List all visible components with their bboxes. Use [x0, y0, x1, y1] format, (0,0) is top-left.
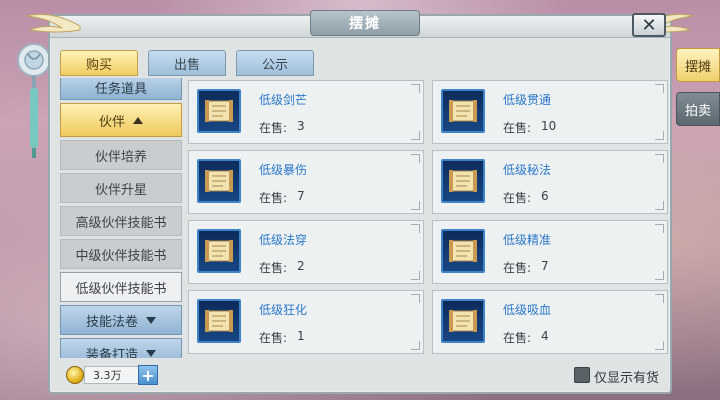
stock-count: 1 — [297, 329, 305, 343]
item-card[interactable]: 低级狂化 在售: 1 — [188, 290, 424, 354]
category-label: 任务道具 — [94, 81, 147, 97]
subcategory-mid-skill-book[interactable]: 中级伙伴技能书 — [60, 239, 182, 269]
expand-arrow-icon — [146, 349, 156, 357]
stock-label: 在售: — [259, 261, 288, 275]
subcategory-label: 高级伙伴技能书 — [75, 215, 167, 231]
stock-count: 7 — [541, 259, 549, 273]
stock-label: 在售: — [503, 121, 532, 135]
close-button[interactable]: ✕ — [632, 13, 666, 37]
item-name: 低级秘法 — [503, 163, 552, 177]
category-partner[interactable]: 伙伴 — [60, 103, 182, 137]
stock-count: 3 — [297, 119, 305, 133]
item-card[interactable]: 低级暴伤 在售: 7 — [188, 150, 424, 214]
item-card[interactable]: 低级法穿 在售: 2 — [188, 220, 424, 284]
item-card[interactable]: 低级吸血 在售: 4 — [432, 290, 668, 354]
stock-label: 在售: — [259, 331, 288, 345]
stock-count: 10 — [541, 119, 557, 133]
scroll-icon — [441, 229, 485, 273]
subcategory-partner-training[interactable]: 伙伴培养 — [60, 140, 182, 170]
subcategory-low-skill-book[interactable]: 低级伙伴技能书 — [60, 272, 182, 302]
stock-label: 在售: — [259, 121, 288, 135]
item-name: 低级贯通 — [503, 93, 552, 107]
scroll-icon — [441, 159, 485, 203]
category-label: 装备打造 — [85, 347, 138, 359]
item-name: 低级精准 — [503, 233, 552, 247]
subcategory-label: 低级伙伴技能书 — [75, 281, 167, 297]
category-label: 技能法卷 — [85, 314, 138, 330]
only-in-stock-checkbox[interactable] — [574, 367, 590, 383]
item-name: 低级吸血 — [503, 303, 552, 317]
item-name: 低级剑芒 — [259, 93, 308, 107]
add-money-button[interactable]: + — [138, 365, 158, 385]
scroll-icon — [441, 89, 485, 133]
category-label: 伙伴 — [98, 114, 125, 130]
collapse-arrow-icon — [133, 116, 143, 124]
category-skill-scrolls[interactable]: 技能法卷 — [60, 305, 182, 335]
window-title: 摆摊 — [310, 10, 420, 36]
stock-label: 在售: — [503, 191, 532, 205]
scroll-icon — [197, 229, 241, 273]
subcategory-partner-star[interactable]: 伙伴升星 — [60, 173, 182, 203]
only-in-stock-label: 仅显示有货 — [594, 371, 660, 386]
item-card[interactable]: 低级贯通 在售: 10 — [432, 80, 668, 144]
category-list: 任务道具 伙伴 伙伴培养 伙伴升星 高级伙伴技能书 中级伙伴技能书 低级伙伴技能… — [60, 78, 182, 358]
side-tab-stall[interactable]: 摆摊 — [676, 48, 720, 82]
category-task-items[interactable]: 任务道具 — [60, 78, 182, 100]
item-card[interactable]: 低级秘法 在售: 6 — [432, 150, 668, 214]
item-card[interactable]: 低级剑芒 在售: 3 — [188, 80, 424, 144]
stock-label: 在售: — [503, 261, 532, 275]
scroll-icon — [197, 89, 241, 133]
subcategory-label: 伙伴培养 — [94, 149, 147, 165]
item-card[interactable]: 低级精准 在售: 7 — [432, 220, 668, 284]
item-name: 低级暴伤 — [259, 163, 308, 177]
tab-buy[interactable]: 购买 — [60, 50, 138, 76]
subcategory-label: 伙伴升星 — [94, 182, 147, 198]
tab-sell[interactable]: 出售 — [148, 50, 226, 76]
stock-label: 在售: — [259, 191, 288, 205]
item-name: 低级法穿 — [259, 233, 308, 247]
category-equipment-forge[interactable]: 装备打造 — [60, 338, 182, 358]
stock-label: 在售: — [503, 331, 532, 345]
scroll-icon — [441, 299, 485, 343]
subcategory-label: 中级伙伴技能书 — [75, 248, 167, 264]
wing-ornament-left-icon — [25, 13, 81, 33]
side-tab-auction[interactable]: 拍卖 — [676, 92, 720, 126]
stock-count: 6 — [541, 189, 549, 203]
scroll-icon — [197, 159, 241, 203]
item-grid: 低级剑芒 在售: 3 低级贯通 在售: 10 低级暴伤 在售: 7 低级秘法 在… — [188, 80, 668, 360]
expand-arrow-icon — [146, 316, 156, 324]
scroll-icon — [197, 299, 241, 343]
stock-count: 7 — [297, 189, 305, 203]
stock-count: 2 — [297, 259, 305, 273]
stall-panel: 摆摊 ✕ 购买 出售 公示 任务道具 伙伴 伙伴培养 伙伴升星 高级伙伴技能书 … — [25, 10, 695, 394]
stock-count: 4 — [541, 329, 549, 343]
coin-icon — [66, 366, 84, 384]
tab-notice[interactable]: 公示 — [236, 50, 314, 76]
subcategory-high-skill-book[interactable]: 高级伙伴技能书 — [60, 206, 182, 236]
item-name: 低级狂化 — [259, 303, 308, 317]
tab-bar: 购买 出售 公示 — [60, 50, 314, 76]
